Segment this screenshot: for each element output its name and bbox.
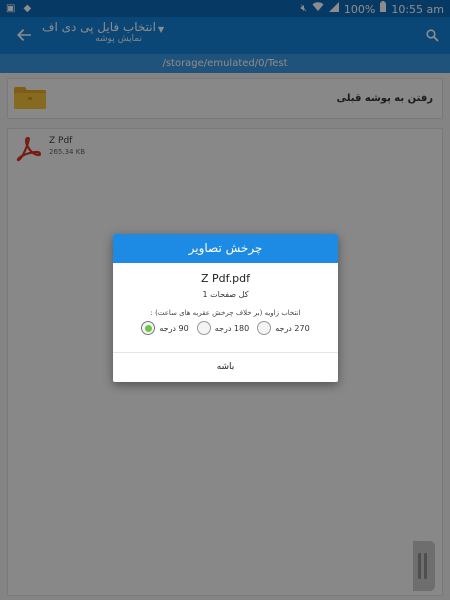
angle-option-270[interactable]: 270 درجه [257, 321, 310, 335]
radio-button[interactable] [257, 321, 272, 335]
angle-option-label: 90 درجه [159, 323, 189, 333]
angle-option-180[interactable]: 180 درجه [196, 321, 250, 335]
radio-button-selected[interactable] [141, 321, 156, 335]
angle-option-label: 270 درجه [275, 323, 310, 333]
rotate-dialog: چرخش تصاویر Z Pdf.pdf کل صفحات 1 انتخاب … [113, 234, 338, 382]
angle-options: 270 درجه 180 درجه 90 درجه [113, 321, 338, 335]
radio-button[interactable] [196, 321, 211, 335]
dialog-title: چرخش تصاویر [113, 234, 338, 263]
angle-option-90[interactable]: 90 درجه [141, 321, 189, 335]
angle-option-label: 180 درجه [214, 323, 250, 333]
dialog-filename: Z Pdf.pdf [200, 272, 251, 285]
ok-button[interactable]: باشه [113, 353, 338, 382]
dialog-page-count: کل صفحات 1 [202, 290, 249, 299]
angle-prompt: انتخاب زاویه (بر خلاف چرخش عقربه های ساع… [150, 309, 301, 317]
